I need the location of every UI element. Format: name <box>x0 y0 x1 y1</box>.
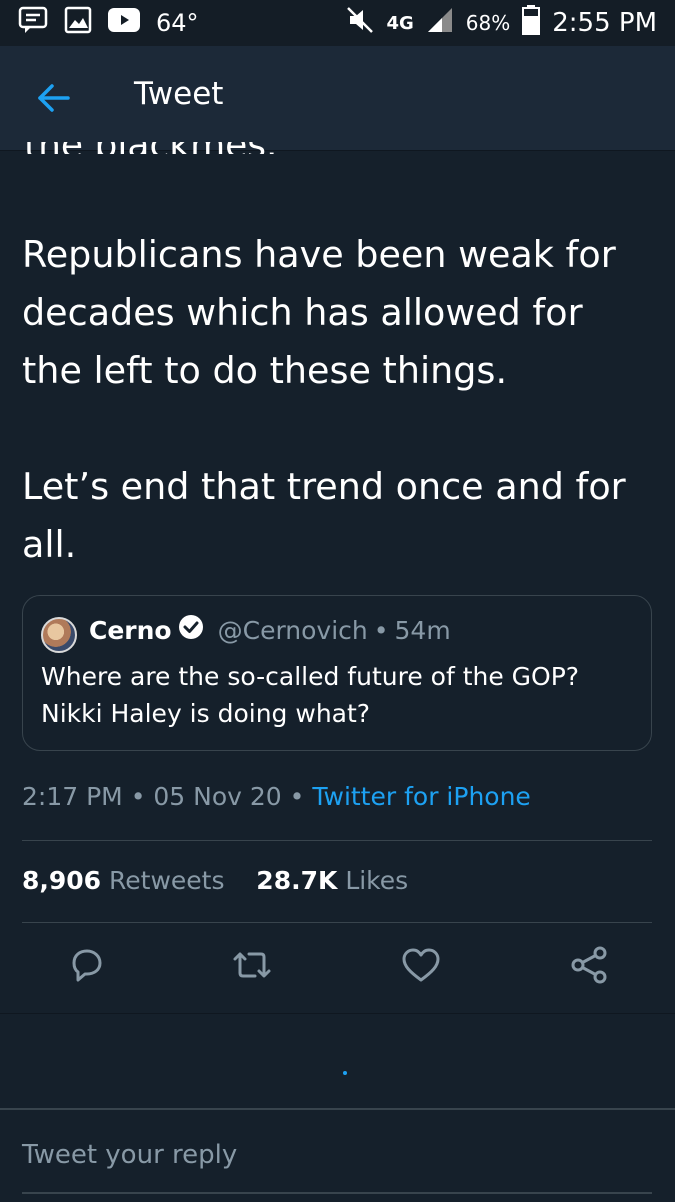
temperature-text: 64° <box>156 9 199 37</box>
reply-input[interactable]: Tweet your reply <box>22 1140 237 1170</box>
quoted-text-line: Where are the so-called future of the GO… <box>41 662 580 691</box>
retweets-stat[interactable]: 8,906 Retweets <box>22 866 225 895</box>
retweet-button[interactable] <box>230 945 274 989</box>
clock: 2:55 PM <box>552 8 657 38</box>
divider <box>22 922 652 923</box>
divider <box>0 1013 675 1014</box>
status-bar-right: 4G 68% 2:55 PM <box>346 0 657 46</box>
app-bar: Tweet <box>0 46 675 151</box>
like-button[interactable] <box>400 945 444 989</box>
quoted-tweet-text: Where are the so-called future of the GO… <box>41 658 641 732</box>
share-button[interactable] <box>568 945 612 989</box>
tweet-time: 2:17 PM <box>22 782 123 811</box>
youtube-icon <box>108 8 140 38</box>
retweets-label: Retweets <box>109 866 225 895</box>
image-icon <box>64 6 92 40</box>
reply-bar: Tweet your reply <box>0 1108 675 1202</box>
signal-icon <box>426 6 454 40</box>
battery-icon <box>522 5 541 41</box>
likes-count: 28.7K <box>256 866 338 895</box>
quoted-author-name: Cerno <box>89 615 172 645</box>
avatar <box>41 617 77 653</box>
quoted-tweet-header: Cerno @Cernovich • 54m <box>89 614 451 646</box>
tweet-paragraph: Let’s end that trend once and for all. <box>22 465 626 566</box>
page-title: Tweet <box>134 76 224 112</box>
meta-separator: • <box>130 782 146 811</box>
verified-badge-icon <box>178 614 204 646</box>
network-type: 4G <box>386 12 414 34</box>
status-bar: 64° 4G 68% 2:55 PM <box>0 0 675 46</box>
retweet-icon <box>233 952 271 978</box>
likes-label: Likes <box>345 866 409 895</box>
quoted-author-handle: @Cernovich <box>217 615 368 645</box>
divider <box>22 840 652 841</box>
back-arrow-icon <box>38 84 70 112</box>
message-icon <box>18 6 48 40</box>
reply-underline <box>22 1192 652 1194</box>
reply-button[interactable] <box>66 945 110 989</box>
quoted-separator: • <box>373 615 389 645</box>
quoted-tweet-age: 54m <box>394 615 451 645</box>
tweet-date: 05 Nov 20 <box>153 782 282 811</box>
tweet-source-link[interactable]: Twitter for iPhone <box>312 782 530 811</box>
back-button[interactable] <box>34 78 74 118</box>
like-icon <box>402 948 440 982</box>
meta-separator: • <box>289 782 305 811</box>
quoted-text-line: Nikki Haley is doing what? <box>41 699 371 728</box>
quoted-tweet[interactable]: Cerno @Cernovich • 54m Where are the so-… <box>22 595 652 751</box>
tweet-actions <box>0 945 675 993</box>
tweet-meta: 2:17 PM • 05 Nov 20 • Twitter for iPhone <box>22 782 531 811</box>
loading-indicator <box>343 1071 347 1075</box>
retweets-count: 8,906 <box>22 866 102 895</box>
battery-percent: 68% <box>465 11 511 35</box>
tweet-text: Republicans have been weak for decades w… <box>22 226 652 632</box>
likes-stat[interactable]: 28.7K Likes <box>256 866 408 895</box>
tweet-stats: 8,906 Retweets 28.7K Likes <box>22 866 408 895</box>
status-bar-left: 64° <box>18 0 199 46</box>
mute-icon <box>346 6 374 40</box>
reply-icon <box>72 949 102 982</box>
tweet-paragraph: Republicans have been weak for decades w… <box>22 233 616 392</box>
share-icon <box>571 946 607 984</box>
